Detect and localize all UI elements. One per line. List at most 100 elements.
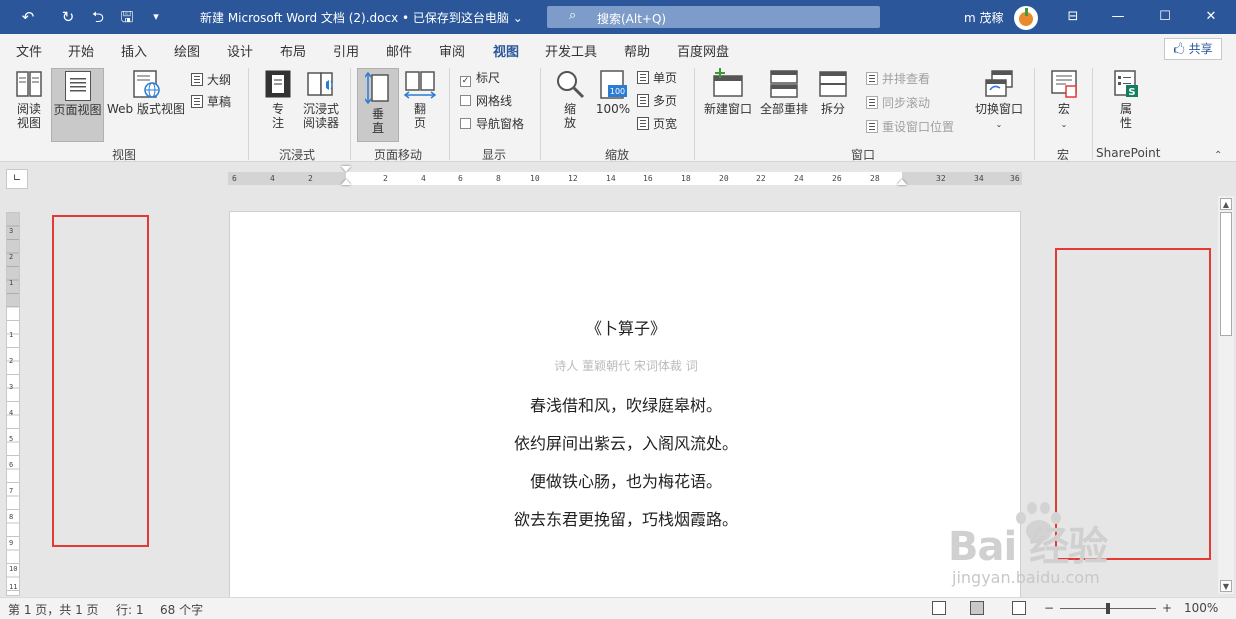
new-window-button[interactable]: 新建窗口 xyxy=(700,68,756,140)
tab-references[interactable]: 引用 xyxy=(333,41,359,60)
maximize-icon[interactable]: ☐ xyxy=(1153,6,1177,28)
web-layout-view-icon[interactable] xyxy=(1012,601,1026,615)
outline-button[interactable]: 大纲 xyxy=(191,71,231,89)
save-icon[interactable]: 🖫 xyxy=(117,7,137,27)
vertical-label-2: 直 xyxy=(371,121,384,135)
arrange-all-label: 全部重排 xyxy=(759,102,808,116)
split-icon xyxy=(819,71,847,97)
poem-line[interactable]: 欲去东君更挽留，巧栈烟霞路。 xyxy=(230,506,1022,530)
window-title[interactable]: 新建 Microsoft Word 文档 (2).docx • 已保存到这台电脑… xyxy=(200,9,523,26)
ruler-label: 2 xyxy=(9,253,14,261)
immersive-reader-icon xyxy=(307,72,333,96)
zoom-100-button[interactable]: 100 100% xyxy=(593,68,633,140)
poem-author[interactable]: 诗人 董颖朝代 宋词体裁 词 xyxy=(230,357,1022,374)
tab-layout[interactable]: 布局 xyxy=(280,41,306,60)
gridlines-checkbox[interactable]: 网格线 xyxy=(460,92,512,110)
properties-label-2: 性 xyxy=(1119,116,1132,130)
switch-windows-button[interactable]: 切换窗口 ⌄ xyxy=(972,68,1026,140)
document-page[interactable]: 《卜算子》 诗人 董颖朝代 宋词体裁 词 春浅借和风，吹绿庭皋树。 依约屏间出紫… xyxy=(229,211,1021,597)
tab-home[interactable]: 开始 xyxy=(68,41,94,60)
poem-title[interactable]: 《卜算子》 xyxy=(230,315,1022,339)
zoom-button[interactable]: 缩 放 xyxy=(550,68,590,140)
tab-design[interactable]: 设计 xyxy=(227,41,253,60)
vertical-ruler[interactable]: 3 2 1 1 2 3 4 5 6 7 8 9 10 11 xyxy=(6,212,20,597)
zoom-level[interactable]: 100% xyxy=(1184,601,1218,615)
zoom-out-button[interactable]: − xyxy=(1044,601,1054,615)
scroll-thumb[interactable] xyxy=(1220,212,1232,336)
side-to-side-button[interactable]: 翻 页 xyxy=(400,68,440,140)
side-to-side-label-2: 页 xyxy=(413,116,426,130)
multiple-pages-button[interactable]: 多页 xyxy=(637,92,677,110)
ruler-label: 8 xyxy=(496,174,501,183)
page-width-label: 页宽 xyxy=(653,117,678,131)
ruler-label: 1 xyxy=(9,331,14,339)
close-icon[interactable]: ✕ xyxy=(1199,6,1223,28)
side-by-side-icon xyxy=(866,72,878,85)
ruler-label: 3 xyxy=(9,227,14,235)
undo-icon[interactable]: ↶ xyxy=(18,7,38,27)
magnifier-icon xyxy=(557,71,585,99)
customize-toolbar-icon[interactable]: ▾ xyxy=(146,7,166,27)
tab-draw[interactable]: 绘图 xyxy=(174,41,200,60)
first-line-indent-marker[interactable] xyxy=(341,166,351,172)
draft-button[interactable]: 草稿 xyxy=(191,93,231,111)
tab-file[interactable]: 文件 xyxy=(16,41,42,60)
tab-insert[interactable]: 插入 xyxy=(121,41,147,60)
tab-review[interactable]: 审阅 xyxy=(439,41,465,60)
touch-mode-icon[interactable]: ⮌ xyxy=(88,7,108,27)
tab-selector[interactable]: ∟ xyxy=(6,169,28,189)
hanging-indent-marker[interactable] xyxy=(341,179,351,185)
redo-icon[interactable]: ↻ xyxy=(58,7,78,27)
immersive-reader-button[interactable]: 沉浸式 阅读器 xyxy=(299,68,343,140)
print-layout-button[interactable]: 页面视图 xyxy=(51,68,104,142)
nav-pane-checkbox[interactable]: 导航窗格 xyxy=(460,115,524,133)
minimize-icon[interactable]: — xyxy=(1106,6,1130,28)
print-layout-view-icon[interactable] xyxy=(970,601,984,615)
ruler-label: 2 xyxy=(308,174,313,183)
user-avatar[interactable] xyxy=(1014,6,1038,30)
nav-pane-check-icon xyxy=(460,118,471,129)
macros-button[interactable]: 宏 ⌄ xyxy=(1044,68,1084,140)
vertical-scroll-button[interactable]: 垂 直 xyxy=(357,68,399,142)
side-by-side-button[interactable]: 并排查看 xyxy=(866,70,930,88)
ruler-label: 10 xyxy=(530,174,540,183)
web-layout-button[interactable]: Web 版式视图 xyxy=(105,68,187,140)
vertical-scrollbar[interactable]: ▲ ▼ xyxy=(1218,196,1234,594)
zoom-in-button[interactable]: + xyxy=(1162,601,1172,615)
share-button[interactable]: 🖒 共享 xyxy=(1164,38,1222,60)
read-mode-button[interactable]: 阅读 视图 xyxy=(8,68,50,140)
page-width-button[interactable]: 页宽 xyxy=(637,115,677,133)
tab-mailings[interactable]: 邮件 xyxy=(386,41,412,60)
focus-button[interactable]: 专 注 xyxy=(258,68,298,140)
right-indent-marker[interactable] xyxy=(897,179,907,185)
scroll-down-icon[interactable]: ▼ xyxy=(1220,580,1232,592)
sync-scroll-button[interactable]: 同步滚动 xyxy=(866,94,930,112)
group-separator xyxy=(248,68,249,160)
poem-line[interactable]: 依约屏间出紫云，入阁风流处。 xyxy=(230,430,1022,454)
poem-line[interactable]: 春浅借和风，吹绿庭皋树。 xyxy=(230,392,1022,416)
split-button[interactable]: 拆分 xyxy=(814,68,852,140)
read-mode-view-icon[interactable] xyxy=(932,601,946,615)
one-page-button[interactable]: 单页 xyxy=(637,69,677,87)
arrange-all-button[interactable]: 全部重排 xyxy=(757,68,811,140)
collapse-ribbon-icon[interactable]: ⌃ xyxy=(1214,150,1222,161)
scroll-up-icon[interactable]: ▲ xyxy=(1220,198,1232,210)
ruler-label: 26 xyxy=(832,174,842,183)
line-number[interactable]: 行: 1 xyxy=(116,601,144,618)
ruler-label: 6 xyxy=(9,461,14,469)
page-count[interactable]: 第 1 页，共 1 页 xyxy=(8,601,99,618)
reset-window-button[interactable]: 重设窗口位置 xyxy=(866,118,954,136)
user-name[interactable]: m 茂稼 xyxy=(964,9,1004,26)
search-box[interactable]: ⌕ 搜索(Alt+Q) xyxy=(547,6,880,28)
zoom-slider-thumb[interactable] xyxy=(1106,603,1110,614)
properties-button[interactable]: S 属 性 xyxy=(1106,68,1146,140)
tab-baidu-netdisk[interactable]: 百度网盘 xyxy=(677,41,729,60)
zoom-label-2: 放 xyxy=(563,116,576,130)
tab-help[interactable]: 帮助 xyxy=(624,41,650,60)
ribbon-display-icon[interactable]: ⊟ xyxy=(1061,6,1085,28)
poem-line[interactable]: 便做铁心肠，也为梅花语。 xyxy=(230,468,1022,492)
tab-view[interactable]: 视图 xyxy=(493,41,520,67)
ruler-checkbox[interactable]: ✓ 标尺 xyxy=(460,69,500,87)
tab-developer[interactable]: 开发工具 xyxy=(545,41,597,60)
word-count[interactable]: 68 个字 xyxy=(160,601,203,618)
